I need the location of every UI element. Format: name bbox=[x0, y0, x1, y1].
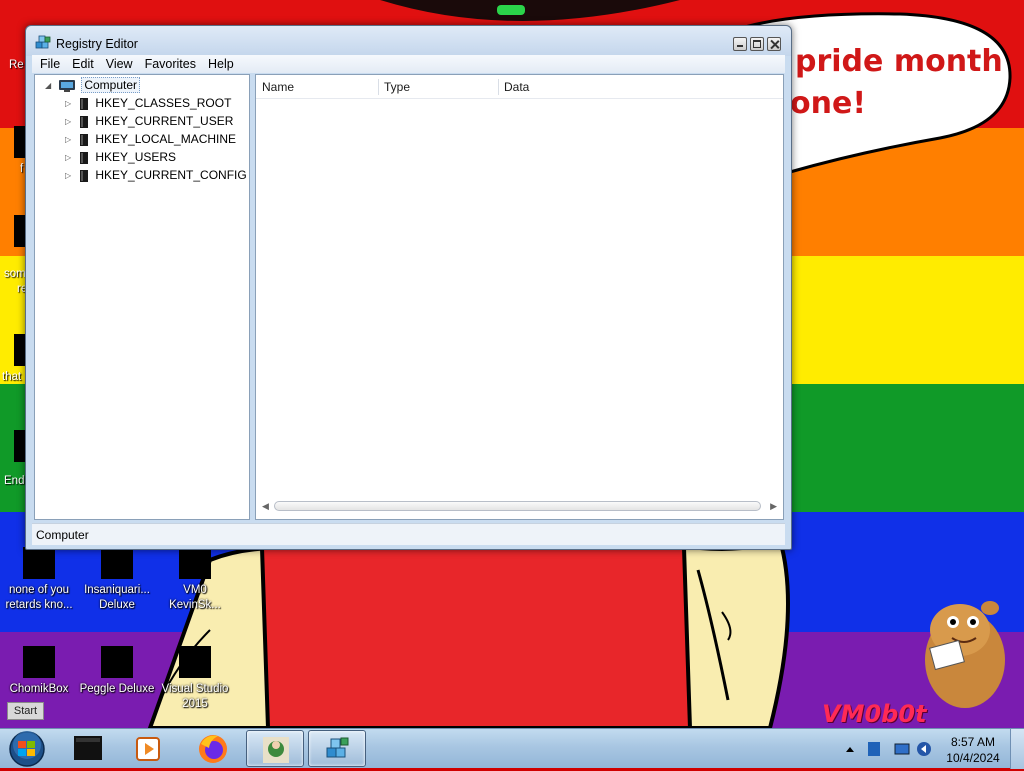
start-orb-icon[interactable] bbox=[4, 730, 50, 768]
menu-favorites[interactable]: Favorites bbox=[139, 55, 202, 73]
menu-file[interactable]: File bbox=[32, 55, 66, 73]
desktop-icon-label: Insaniquari... Deluxe bbox=[84, 584, 150, 611]
collapse-arrow-icon[interactable]: ◢ bbox=[45, 77, 55, 95]
menu-edit[interactable]: Edit bbox=[66, 55, 100, 73]
desktop-icon-label: VM0 KevinSk... bbox=[169, 584, 221, 611]
title-bar[interactable]: Registry Editor bbox=[26, 26, 791, 56]
folder-icon bbox=[80, 151, 89, 164]
desktop-icon-4-label: that bbox=[2, 371, 22, 383]
folder-icon bbox=[80, 169, 89, 182]
values-list-pane[interactable]: Name Type Data ◀ ▶ bbox=[255, 74, 784, 520]
tree-node-label: Computer bbox=[81, 77, 141, 93]
desktop-icon-2-label: f bbox=[20, 163, 24, 175]
wallpaper-watermark: VM0b0t bbox=[822, 700, 927, 728]
desktop-icon-text-file[interactable]: none of you retards kno... bbox=[0, 547, 78, 613]
desktop-icon-5-label: End bbox=[4, 475, 25, 487]
show-desktop-button[interactable] bbox=[1010, 729, 1024, 769]
tree-node-computer[interactable]: ◢ Computer bbox=[45, 76, 141, 95]
taskbar-registry-editor[interactable] bbox=[308, 730, 366, 767]
desktop-icon-label: Peggle Deluxe bbox=[79, 683, 155, 695]
show-hidden-icons-icon bbox=[846, 747, 854, 752]
desktop-icon-3-label: som bbox=[4, 268, 26, 280]
chomikbox-icon bbox=[23, 646, 55, 678]
desktop-icon-chomikbox[interactable]: ChomikBox bbox=[0, 646, 78, 697]
visual-studio-icon bbox=[179, 646, 211, 678]
desktop-icon-visual-studio[interactable]: Visual Studio 2015 bbox=[156, 646, 234, 712]
bubble-text-line-2: one! bbox=[790, 86, 866, 121]
desktop-icon-recycle-label[interactable]: Re bbox=[9, 59, 24, 71]
shortcut-icon bbox=[179, 547, 211, 579]
computer-icon bbox=[59, 79, 76, 92]
tree-node-label: HKEY_CLASSES_ROOT bbox=[95, 96, 232, 110]
clock-time: 8:57 AM bbox=[950, 735, 996, 749]
tree-node-hkey-users[interactable]: ▷ HKEY_USERS bbox=[65, 148, 176, 166]
scroll-right-icon[interactable]: ▶ bbox=[770, 499, 777, 513]
desktop-icon-vm0-kevin[interactable]: VM0 KevinSk... bbox=[156, 547, 234, 613]
file-icon bbox=[23, 547, 55, 579]
minimize-button[interactable] bbox=[733, 37, 747, 51]
tree-node-hkey-local-machine[interactable]: ▷ HKEY_LOCAL_MACHINE bbox=[65, 130, 236, 148]
expand-arrow-icon[interactable]: ▷ bbox=[65, 167, 75, 185]
app-thumbnail-icon bbox=[263, 737, 289, 763]
tree-node-hkey-current-user[interactable]: ▷ HKEY_CURRENT_USER bbox=[65, 112, 233, 130]
folder-icon bbox=[80, 133, 89, 146]
key-tree-pane[interactable]: ◢ Computer ▷ HKEY_CLASSES_ROOT ▷ HKEY_CU… bbox=[34, 74, 250, 520]
desktop-icon-peggle[interactable]: Peggle Deluxe bbox=[78, 646, 156, 697]
cmd-icon bbox=[74, 736, 102, 760]
desktop-icon-insaniquarium[interactable]: Insaniquari... Deluxe bbox=[78, 547, 156, 613]
media-player-icon bbox=[136, 737, 160, 761]
header-divider bbox=[256, 98, 783, 99]
registry-editor-icon bbox=[35, 35, 51, 49]
menu-bar: File Edit View Favorites Help bbox=[32, 55, 785, 73]
taskbar-media-player[interactable] bbox=[120, 730, 178, 767]
menu-help[interactable]: Help bbox=[202, 55, 240, 73]
clock-date: 10/4/2024 bbox=[946, 751, 1000, 765]
tree-node-label: HKEY_CURRENT_USER bbox=[95, 114, 234, 128]
bubble-text-line-1: pride month bbox=[795, 44, 1003, 79]
registry-editor-window: Registry Editor File Edit View Favorites Hel… bbox=[25, 25, 792, 550]
registry-editor-icon bbox=[326, 737, 349, 758]
scroll-left-icon[interactable]: ◀ bbox=[262, 499, 269, 513]
peggle-icon bbox=[101, 646, 133, 678]
folder-icon bbox=[80, 115, 89, 128]
desktop-icon-label: Visual Studio 2015 bbox=[161, 683, 229, 710]
expand-arrow-icon[interactable]: ▷ bbox=[65, 113, 75, 131]
desktop-icon-label: ChomikBox bbox=[9, 683, 69, 695]
insaniquarium-icon bbox=[101, 547, 133, 579]
menu-view[interactable]: View bbox=[100, 55, 139, 73]
folder-icon bbox=[80, 97, 89, 110]
horizontal-scrollbar[interactable]: ◀ ▶ bbox=[260, 499, 779, 513]
tree-node-hkey-classes-root[interactable]: ▷ HKEY_CLASSES_ROOT bbox=[65, 94, 231, 112]
expand-arrow-icon[interactable]: ▷ bbox=[65, 95, 75, 113]
tray-icons bbox=[846, 742, 931, 756]
start-chip[interactable]: Start bbox=[7, 702, 44, 720]
window-title: Registry Editor bbox=[56, 37, 138, 51]
expand-arrow-icon[interactable]: ▷ bbox=[65, 131, 75, 149]
tree-node-label: HKEY_LOCAL_MACHINE bbox=[95, 132, 237, 146]
tree-node-hkey-current-config[interactable]: ▷ HKEY_CURRENT_CONFIG bbox=[65, 166, 247, 184]
scrollbar-thumb[interactable] bbox=[274, 501, 761, 511]
desktop-icon-label: none of you retards kno... bbox=[5, 584, 73, 611]
tree-node-label: HKEY_CURRENT_CONFIG bbox=[95, 168, 247, 182]
maximize-button[interactable] bbox=[750, 37, 764, 51]
firefox-icon bbox=[199, 735, 227, 763]
status-bar: Computer bbox=[32, 523, 785, 545]
column-header-name[interactable]: Name bbox=[256, 77, 378, 97]
taskbar-clock[interactable]: 8:57 AM 10/4/2024 bbox=[938, 734, 1008, 766]
column-header-data[interactable]: Data bbox=[498, 77, 618, 97]
close-button[interactable] bbox=[767, 37, 781, 51]
column-header-type[interactable]: Type bbox=[378, 77, 498, 97]
taskbar-firefox[interactable] bbox=[184, 730, 242, 767]
taskbar-pinned-app-1[interactable] bbox=[60, 730, 118, 767]
tree-node-label: HKEY_USERS bbox=[95, 150, 177, 164]
taskbar-app-running[interactable] bbox=[246, 730, 304, 767]
taskbar: 8:57 AM 10/4/2024 bbox=[0, 728, 1024, 769]
expand-arrow-icon[interactable]: ▷ bbox=[65, 149, 75, 167]
